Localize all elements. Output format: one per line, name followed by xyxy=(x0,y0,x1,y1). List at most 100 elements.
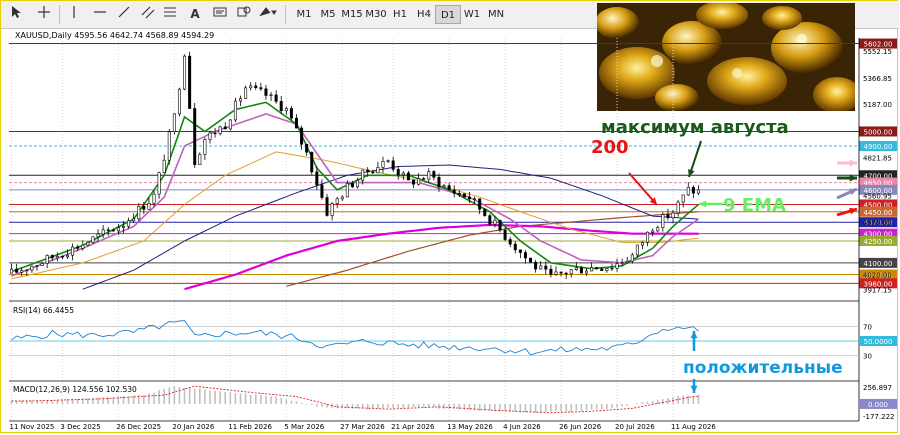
candle xyxy=(696,189,700,194)
candle xyxy=(289,108,293,119)
candle xyxy=(244,87,248,99)
price-tick-label: 4378.60 xyxy=(863,219,892,227)
rsi-level-label: 50.0000 xyxy=(864,338,893,346)
candle xyxy=(661,214,665,228)
candle xyxy=(305,143,309,153)
candle xyxy=(605,268,609,271)
candle xyxy=(564,272,568,275)
candle xyxy=(452,189,456,194)
candle xyxy=(523,252,527,259)
candle xyxy=(15,268,19,273)
candle xyxy=(590,267,594,272)
candle xyxy=(513,243,517,251)
macd-tick-label: 256.897 xyxy=(863,384,892,392)
rsi-level-label: 30 xyxy=(863,352,872,360)
time-tick-label: 4 Jun 2026 xyxy=(503,423,541,431)
time-tick-label: 11 Nov 2025 xyxy=(10,423,55,431)
candle xyxy=(366,169,370,173)
candle xyxy=(412,179,416,185)
candle xyxy=(177,88,181,115)
candle xyxy=(473,198,477,200)
annotation-200: 200 xyxy=(591,137,629,158)
candle xyxy=(76,246,80,249)
time-tick-label: 13 May 2026 xyxy=(447,423,493,431)
candle xyxy=(284,108,288,112)
candle xyxy=(106,229,110,231)
time-tick-label: 21 Apr 2026 xyxy=(391,423,435,431)
candle xyxy=(529,257,533,263)
candle xyxy=(335,198,339,204)
candle xyxy=(630,254,634,262)
candle xyxy=(25,269,29,272)
candle xyxy=(508,239,512,245)
price-level-label: 5000.00 xyxy=(864,128,893,136)
candle xyxy=(640,242,644,246)
candle xyxy=(10,268,14,274)
candle xyxy=(40,263,44,266)
candle xyxy=(361,169,365,181)
candle xyxy=(386,160,390,162)
candle xyxy=(595,267,599,270)
price-level-label: 4900.00 xyxy=(864,143,893,151)
candle xyxy=(610,267,614,270)
annotation-arrow-macd-head xyxy=(690,385,698,393)
candle xyxy=(198,154,202,165)
annotation-arrow-4900-head xyxy=(849,159,857,167)
candle xyxy=(493,219,497,225)
time-tick-label: 5 Mar 2026 xyxy=(284,423,324,431)
candle xyxy=(422,178,426,180)
candle xyxy=(620,262,624,264)
candle xyxy=(503,229,507,240)
annotation-arrow-ema-head xyxy=(699,200,707,208)
candle xyxy=(193,108,197,165)
candle xyxy=(188,55,192,109)
candle xyxy=(651,230,655,233)
candle xyxy=(615,263,619,269)
candle xyxy=(376,167,380,174)
candle xyxy=(239,98,243,102)
candle xyxy=(539,265,543,270)
candle xyxy=(233,100,237,121)
candle xyxy=(437,176,441,188)
candle xyxy=(213,132,217,135)
candle xyxy=(66,254,70,258)
candle xyxy=(340,196,344,200)
candle xyxy=(432,171,436,178)
time-tick-label: 11 Feb 2026 xyxy=(228,423,272,431)
candle xyxy=(50,255,54,259)
candle xyxy=(635,244,639,256)
candle xyxy=(681,194,685,203)
candle xyxy=(183,55,187,90)
candle xyxy=(442,185,446,188)
price-tick-label: 4560.95 xyxy=(863,193,892,201)
candle xyxy=(396,169,400,176)
candle xyxy=(488,215,492,225)
time-tick-label: 20 Jan 2026 xyxy=(172,423,215,431)
candle xyxy=(91,236,95,243)
candle xyxy=(569,269,573,275)
candle xyxy=(279,101,283,112)
candle xyxy=(45,255,49,264)
candle xyxy=(157,172,161,195)
candle xyxy=(666,214,670,219)
annotation-positive: положительные xyxy=(683,358,843,378)
candle xyxy=(691,187,695,194)
candle xyxy=(274,94,278,102)
price-tick-label: 5552.15 xyxy=(863,48,892,56)
price-tick-label: 4821.85 xyxy=(863,154,892,162)
candle xyxy=(249,85,253,89)
candle xyxy=(264,88,268,96)
candle xyxy=(137,205,141,220)
price-level-label: 4250.00 xyxy=(864,238,893,246)
candle xyxy=(534,261,538,270)
annotation-max-august: максимум августа xyxy=(601,117,789,138)
time-tick-label: 11 Aug 2026 xyxy=(671,423,716,431)
candle xyxy=(447,185,451,191)
rsi-line xyxy=(11,320,699,356)
candle xyxy=(294,117,298,129)
candle xyxy=(218,126,222,134)
candle xyxy=(345,183,349,198)
candle xyxy=(350,183,354,188)
candle xyxy=(676,201,680,214)
series-ma-magenta-slow xyxy=(184,223,699,291)
